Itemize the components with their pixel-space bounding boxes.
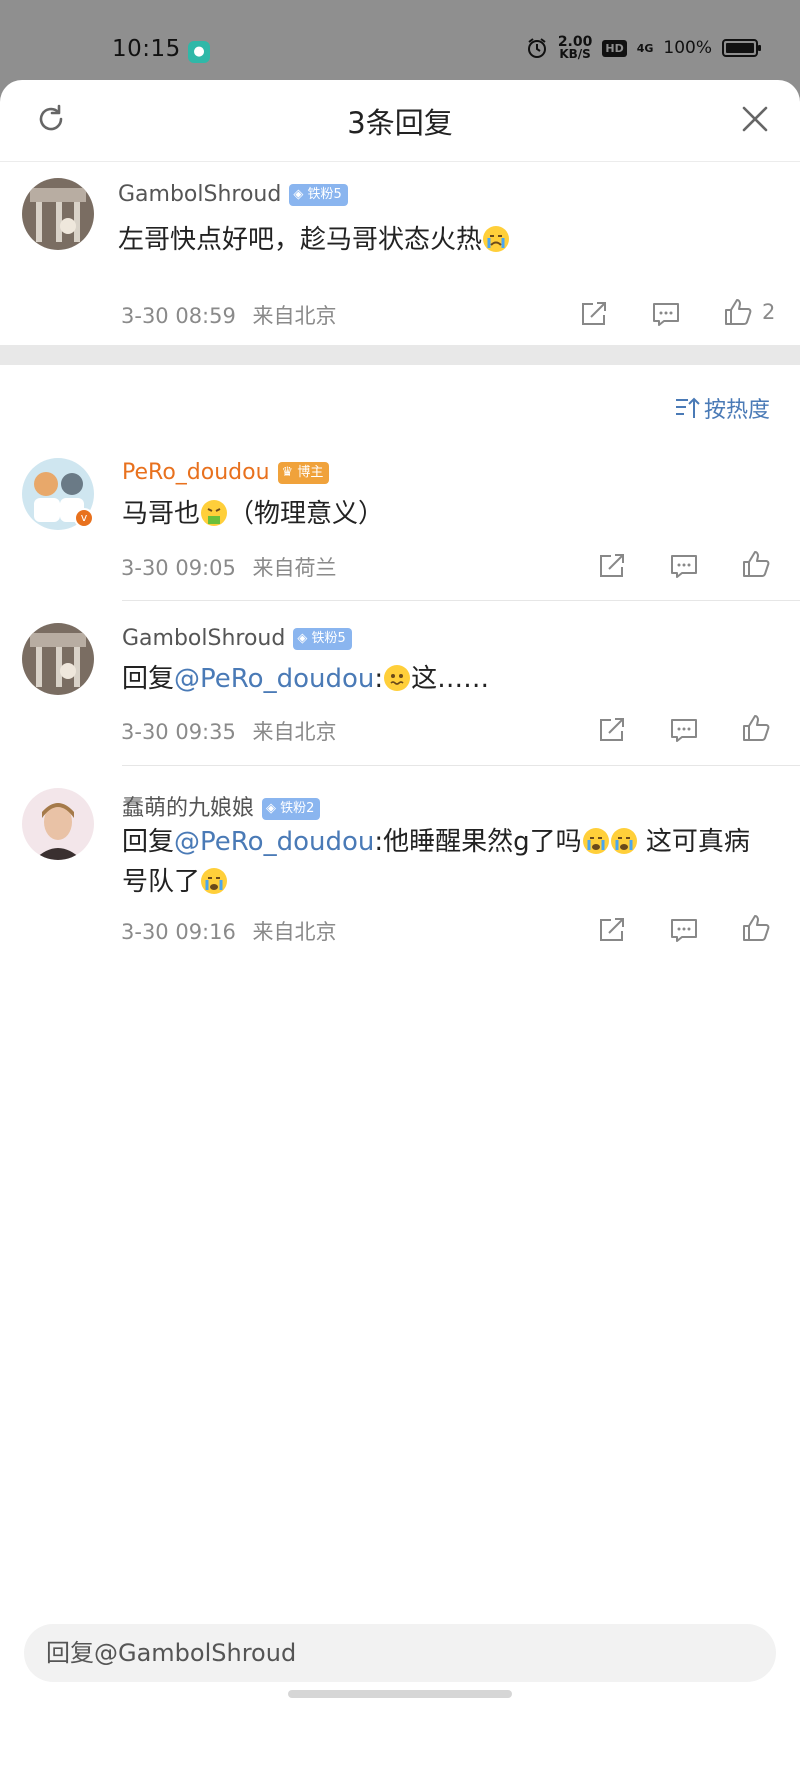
comment-body: 左哥快点好吧，趁马哥状态火热 xyxy=(118,225,483,255)
reply-input-placeholder[interactable]: 回复@GambolShroud xyxy=(46,1639,296,1667)
comment-body-cont: 这可真病 xyxy=(637,827,750,857)
comment-body-suffix: （物理意义） xyxy=(228,499,385,529)
sobbing-emoji-icon xyxy=(610,828,637,854)
diamond-icon: ◈ xyxy=(297,631,308,646)
fan-badge-label: 铁粉2 xyxy=(280,801,315,816)
hd-icon: HD xyxy=(602,39,627,57)
username-text[interactable]: PeRo_doudou xyxy=(122,460,270,485)
close-icon[interactable] xyxy=(740,104,770,134)
comment-body-line2: 号队了 xyxy=(122,867,201,897)
verified-icon: v xyxy=(74,508,94,528)
username[interactable]: GambolShroud ◈ 铁粉5 xyxy=(118,182,348,207)
avatar[interactable] xyxy=(22,623,94,695)
message-app-icon: ● xyxy=(188,41,210,63)
comment-meta: 3-30 09:05 来自荷兰 xyxy=(121,552,337,582)
status-bar: 10:15 ● 2.00 KB/S HD 4G 100% xyxy=(0,0,800,80)
share-icon[interactable] xyxy=(596,914,628,946)
share-icon[interactable] xyxy=(578,298,610,330)
awkward-emoji-icon xyxy=(384,665,411,691)
comment-location: 来自荷兰 xyxy=(252,556,337,580)
sort-button[interactable]: 按热度 xyxy=(674,392,770,424)
fan-badge: ◈ 铁粉2 xyxy=(262,798,321,820)
comment-time: 3-30 08:59 xyxy=(121,304,236,328)
alarm-icon xyxy=(527,38,546,58)
like-count: 2 xyxy=(762,300,776,324)
blogger-badge-label: 博主 xyxy=(297,465,324,480)
sheet-header: 3条回复 xyxy=(0,80,800,162)
username[interactable]: GambolShroud ◈ 铁粉5 xyxy=(122,626,352,651)
comment-body: : xyxy=(374,664,384,694)
comment-meta: 3-30 08:59 来自北京 xyxy=(121,300,337,330)
like-icon[interactable] xyxy=(740,548,772,580)
like-icon[interactable] xyxy=(740,712,772,744)
vomit-emoji-icon xyxy=(201,500,228,526)
comment-body: :他睡醒果然g了吗 xyxy=(374,827,582,857)
username-text[interactable]: GambolShroud xyxy=(118,182,281,207)
avatar[interactable] xyxy=(22,788,94,860)
page-title: 3条回复 xyxy=(347,106,453,140)
replies-sheet: 3条回复 GambolShroud ◈ 铁粉5 左哥快点好吧，趁马哥状态火热 3-… xyxy=(0,80,800,1778)
comment-icon[interactable] xyxy=(650,298,682,330)
battery-percent: 100% xyxy=(663,38,712,58)
reply-prefix: 回复 xyxy=(122,827,175,857)
comment-location: 来自北京 xyxy=(252,304,337,328)
sort-label[interactable]: 按热度 xyxy=(704,392,770,424)
avatar-image xyxy=(22,623,94,695)
fan-badge: ◈ 铁粉5 xyxy=(293,628,352,650)
divider xyxy=(122,600,800,601)
comment-text: 回复@PeRo_doudou:他睡醒果然g了吗 这可真病号队了 xyxy=(122,822,782,902)
reply-input[interactable]: 回复@GambolShroud xyxy=(24,1624,776,1682)
comment-icon[interactable] xyxy=(668,914,700,946)
username[interactable]: 蠢萌的九娘娘 ◈ 铁粉2 xyxy=(122,790,321,822)
fan-badge: ◈ 铁粉5 xyxy=(289,184,348,206)
like-icon[interactable] xyxy=(740,912,772,944)
diamond-icon: ◈ xyxy=(266,801,277,816)
mention-link[interactable]: @PeRo_doudou xyxy=(174,827,374,857)
username[interactable]: PeRo_doudou ♛ 博主 xyxy=(122,460,330,485)
comment-location: 来自北京 xyxy=(252,920,337,944)
signal-icon: 4G xyxy=(636,41,654,55)
avatar[interactable] xyxy=(22,178,94,250)
like-icon[interactable] xyxy=(722,296,754,328)
home-indicator[interactable] xyxy=(288,1690,512,1698)
username-text[interactable]: 蠢萌的九娘娘 xyxy=(122,796,254,821)
fan-badge-label: 铁粉5 xyxy=(311,631,346,646)
sort-icon xyxy=(675,397,700,418)
comment-meta: 3-30 09:35 来自北京 xyxy=(121,716,337,746)
comment-time: 3-30 09:05 xyxy=(121,556,236,580)
sobbing-emoji-icon xyxy=(582,828,609,854)
speed-unit: KB/S xyxy=(559,47,591,61)
sobbing-emoji-icon xyxy=(201,868,228,894)
diamond-icon: ◈ xyxy=(293,187,304,202)
reply-prefix: 回复 xyxy=(122,664,175,694)
comment-text: 左哥快点好吧，趁马哥状态火热 xyxy=(118,220,510,260)
comment-time: 3-30 09:16 xyxy=(121,920,236,944)
battery-icon xyxy=(722,39,761,57)
comment-text: 回复@PeRo_doudou: 这…… xyxy=(122,659,489,699)
comment-time: 3-30 09:35 xyxy=(121,720,236,744)
blogger-badge: ♛ 博主 xyxy=(277,462,330,484)
comment-body-end: 这…… xyxy=(411,664,490,694)
fan-badge-label: 铁粉5 xyxy=(307,187,342,202)
comment-location: 来自北京 xyxy=(252,720,337,744)
status-time: 10:15 xyxy=(112,36,181,62)
status-indicators: 2.00 KB/S HD 4G 100% xyxy=(526,35,761,61)
crying-emoji-icon xyxy=(483,226,510,252)
mention-link[interactable]: @PeRo_doudou xyxy=(174,664,374,694)
divider xyxy=(122,765,800,766)
comment-icon[interactable] xyxy=(668,550,700,582)
network-speed: 2.00 KB/S xyxy=(558,35,593,61)
section-divider xyxy=(0,345,800,365)
username-text[interactable]: GambolShroud xyxy=(122,626,285,651)
avatar-image xyxy=(22,178,94,250)
comment-body: 马哥也 xyxy=(122,499,201,529)
avatar-image xyxy=(22,788,94,860)
crown-icon: ♛ xyxy=(281,465,294,480)
comment-icon[interactable] xyxy=(668,714,700,746)
share-icon[interactable] xyxy=(596,550,628,582)
comment-meta: 3-30 09:16 来自北京 xyxy=(121,916,337,946)
comment-text: 马哥也 （物理意义） xyxy=(122,494,384,534)
share-icon[interactable] xyxy=(596,714,628,746)
